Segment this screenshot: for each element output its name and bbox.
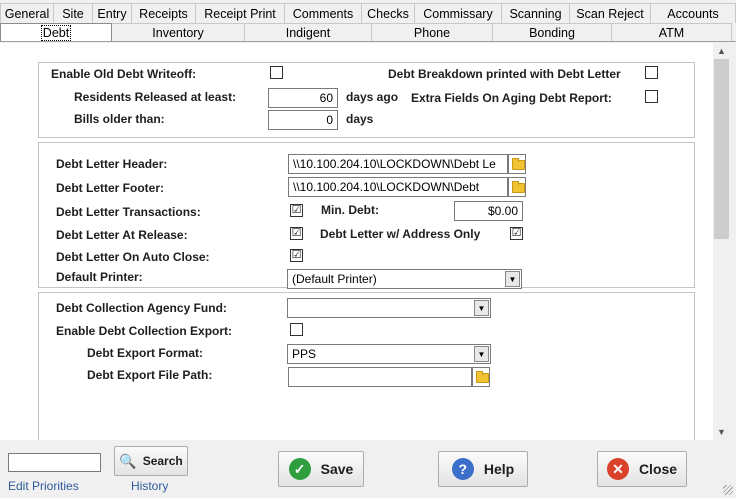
default-printer-value: (Default Printer): [292, 272, 377, 286]
min-debt-input[interactable]: $0.00: [454, 201, 523, 221]
tab-row-secondary: Debt Inventory Indigent Phone Bonding AT…: [0, 23, 736, 42]
tab-bonding[interactable]: Bonding: [492, 23, 612, 41]
close-button[interactable]: ✕ Close: [597, 451, 687, 487]
debt-letter-header-label: Debt Letter Header:: [56, 157, 168, 171]
debt-letter-footer-label: Debt Letter Footer:: [56, 181, 164, 195]
default-printer-select[interactable]: (Default Printer) ▼: [287, 269, 522, 289]
debt-breakdown-label: Debt Breakdown printed with Debt Letter: [388, 67, 621, 81]
help-button[interactable]: ? Help: [438, 451, 528, 487]
vertical-scrollbar[interactable]: ▲ ▼: [713, 43, 730, 440]
tab-entry[interactable]: Entry: [92, 3, 132, 23]
residents-released-suffix: days ago: [346, 90, 399, 104]
debt-letter-header-input[interactable]: \\10.100.204.10\LOCKDOWN\Debt Le: [288, 154, 508, 174]
address-only-checkbox[interactable]: ☑: [510, 227, 523, 240]
tab-comments[interactable]: Comments: [284, 3, 362, 23]
scroll-down-icon[interactable]: ▼: [713, 424, 730, 440]
question-icon: ?: [451, 458, 474, 480]
magnifier-icon: 🔍: [119, 452, 137, 469]
chevron-down-icon[interactable]: ▼: [474, 300, 489, 316]
tab-receipts[interactable]: Receipts: [131, 3, 196, 23]
bills-older-label: Bills older than:: [74, 112, 165, 126]
tab-inventory[interactable]: Inventory: [111, 23, 245, 41]
tab-site[interactable]: Site: [53, 3, 93, 23]
debt-letter-at-release-label: Debt Letter At Release:: [56, 228, 188, 242]
debt-letter-auto-close-checkbox[interactable]: ☑: [290, 249, 303, 262]
check-icon: ✓: [288, 458, 311, 480]
default-printer-label: Default Printer:: [56, 270, 143, 284]
address-only-label: Debt Letter w/ Address Only: [320, 227, 481, 241]
agency-fund-select[interactable]: ▼: [287, 298, 491, 318]
search-button-label: Search: [142, 454, 183, 468]
enable-export-checkbox[interactable]: [290, 323, 303, 336]
history-link[interactable]: History: [131, 479, 168, 493]
tab-scanning[interactable]: Scanning: [501, 3, 570, 23]
enable-old-debt-writeoff-checkbox[interactable]: [270, 66, 283, 79]
export-path-input[interactable]: [288, 367, 472, 387]
tab-atm[interactable]: ATM: [611, 23, 732, 41]
help-button-label: Help: [483, 461, 515, 477]
search-button[interactable]: 🔍 Search: [114, 446, 188, 476]
tab-row-primary: General Site Entry Receipts Receipt Prin…: [0, 3, 736, 23]
tab-commissary[interactable]: Commissary: [414, 3, 502, 23]
min-debt-label: Min. Debt:: [321, 203, 379, 217]
bills-older-suffix: days: [346, 112, 374, 126]
residents-released-label: Residents Released at least:: [74, 90, 237, 104]
scrollbar-thumb[interactable]: [714, 59, 729, 239]
residents-released-input[interactable]: 60: [268, 88, 338, 108]
folder-icon[interactable]: [508, 154, 526, 174]
export-format-label: Debt Export Format:: [87, 346, 204, 360]
tab-accounts[interactable]: Accounts: [650, 3, 736, 23]
debt-letter-auto-close-label: Debt Letter On Auto Close:: [56, 250, 210, 264]
tab-debt-label: Debt: [40, 24, 72, 41]
chevron-down-icon[interactable]: ▼: [474, 346, 489, 362]
export-format-select[interactable]: PPS ▼: [287, 344, 491, 364]
save-button-label: Save: [320, 461, 354, 477]
debt-letter-transactions-label: Debt Letter Transactions:: [56, 205, 201, 219]
resize-grip-icon[interactable]: [723, 485, 733, 495]
tab-checks[interactable]: Checks: [361, 3, 415, 23]
export-path-label: Debt Export File Path:: [87, 368, 213, 382]
debt-breakdown-checkbox[interactable]: [645, 66, 658, 79]
tab-general[interactable]: General: [0, 3, 54, 23]
edit-priorities-link[interactable]: Edit Priorities: [8, 479, 79, 493]
save-button[interactable]: ✓ Save: [278, 451, 364, 487]
tab-scan-reject[interactable]: Scan Reject: [569, 3, 651, 23]
debt-letter-transactions-checkbox[interactable]: ☑: [290, 204, 303, 217]
x-icon: ✕: [606, 458, 629, 480]
enable-export-label: Enable Debt Collection Export:: [56, 324, 233, 338]
enable-old-debt-writeoff-label: Enable Old Debt Writeoff:: [51, 67, 197, 81]
chevron-down-icon[interactable]: ▼: [505, 271, 520, 287]
tab-phone[interactable]: Phone: [371, 23, 493, 41]
scroll-up-icon[interactable]: ▲: [713, 43, 730, 59]
debt-letter-at-release-checkbox[interactable]: ☑: [290, 227, 303, 240]
tab-debt[interactable]: Debt: [0, 23, 112, 41]
bills-older-input[interactable]: 0: [268, 110, 338, 130]
extra-fields-label: Extra Fields On Aging Debt Report:: [411, 91, 612, 105]
folder-icon[interactable]: [472, 367, 490, 387]
folder-icon[interactable]: [508, 177, 526, 197]
debt-letter-footer-input[interactable]: \\10.100.204.10\LOCKDOWN\Debt: [288, 177, 508, 197]
close-button-label: Close: [638, 461, 678, 477]
agency-fund-label: Debt Collection Agency Fund:: [56, 301, 227, 315]
tab-receipt-print[interactable]: Receipt Print: [195, 3, 285, 23]
tab-indigent[interactable]: Indigent: [244, 23, 372, 41]
export-format-value: PPS: [292, 347, 317, 361]
search-input[interactable]: [8, 453, 101, 472]
extra-fields-checkbox[interactable]: [645, 90, 658, 103]
